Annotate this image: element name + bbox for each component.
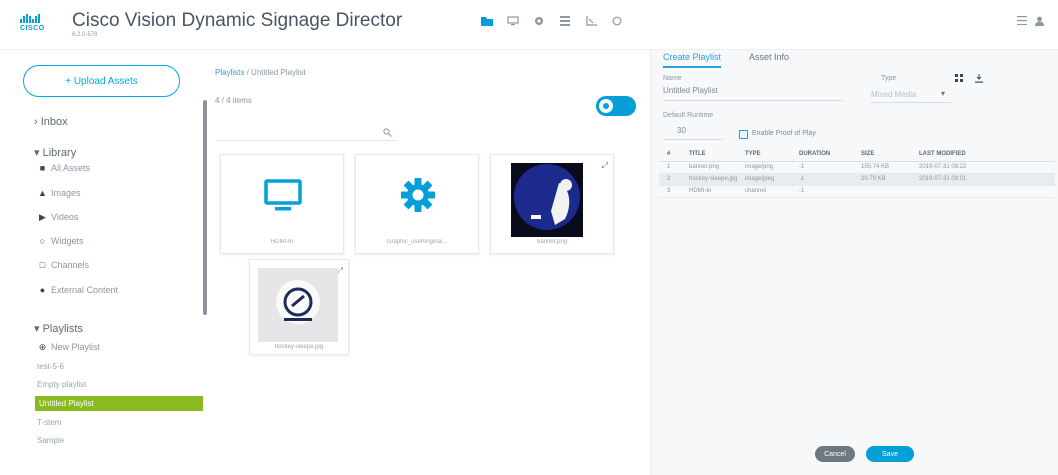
asset-caption: Graphic_user0riginal... xyxy=(386,239,448,245)
user-icon[interactable] xyxy=(1035,16,1044,28)
widget-icon: ○ xyxy=(39,236,46,246)
view-toggle[interactable] xyxy=(596,96,636,116)
table-row[interactable]: 3 HDMI-In channel -1 xyxy=(659,185,1055,198)
col-title[interactable]: TITLE xyxy=(689,147,745,162)
sidebar-item-channels[interactable]: □ Channels xyxy=(37,260,89,270)
type-select[interactable]: Mixed Media xyxy=(871,90,916,99)
asset-browser: Playlists / Untitled Playlist 4 / 4 item… xyxy=(211,50,641,475)
default-runtime-label: Default Runtime xyxy=(663,112,714,119)
asset-card[interactable]: ⤢ banner.png xyxy=(490,154,614,254)
asset-thumbnail xyxy=(258,268,338,342)
upload-assets-button[interactable]: + Upload Assets xyxy=(23,65,180,97)
plus-icon: ⊕ xyxy=(38,342,47,352)
asset-caption: banner.png xyxy=(536,239,568,245)
inbox-label: Inbox xyxy=(40,116,68,128)
external-icon: ● xyxy=(39,285,46,295)
asset-caption: hockey-sleepe.jpg xyxy=(274,344,324,350)
search-input[interactable] xyxy=(217,140,397,141)
folder-icon[interactable] xyxy=(478,14,496,28)
asset-caption: HDMI-In xyxy=(270,239,294,245)
sidebar-section-inbox[interactable]: › Inbox xyxy=(34,116,68,128)
app-header: CISCO Cisco Vision Dynamic Signage Direc… xyxy=(0,0,1058,50)
sidebar-item-playlist[interactable]: test-5-6 xyxy=(37,362,64,371)
image-icon: ▲ xyxy=(38,188,47,198)
playlist-panel: Create Playlist Asset Info Name Untitled… xyxy=(650,50,1058,475)
sidebar-section-library[interactable]: ▾ Library xyxy=(34,146,76,159)
col-size[interactable]: SIZE xyxy=(861,147,919,162)
grid-view-icon[interactable] xyxy=(955,74,963,85)
cisco-logo: CISCO xyxy=(20,14,45,32)
sidebar: + Upload Assets › Inbox ▾ Library ■ All A… xyxy=(10,50,208,475)
type-label: Type xyxy=(881,75,897,82)
app-title: Cisco Vision Dynamic Signage Director xyxy=(72,10,403,31)
name-field[interactable]: Untitled Playlist xyxy=(663,86,718,95)
breadcrumb-playlists-link[interactable]: Playlists xyxy=(215,68,244,77)
tab-asset-info[interactable]: Asset Info xyxy=(749,52,789,68)
list-icon[interactable] xyxy=(556,14,574,28)
col-duration[interactable]: DURATION xyxy=(799,147,861,162)
app-version: 6.2.0-578 xyxy=(72,32,98,38)
playlist-table: # TITLE TYPE DURATION SIZE LAST MODIFIED… xyxy=(659,147,1055,198)
table-header-row: # TITLE TYPE DURATION SIZE LAST MODIFIED xyxy=(659,147,1055,162)
library-label: Library xyxy=(42,147,77,159)
sidebar-item-playlist[interactable]: T-stem xyxy=(37,418,61,427)
breadcrumb: Playlists / Untitled Playlist xyxy=(215,68,306,77)
download-icon[interactable] xyxy=(975,74,983,85)
breadcrumb-current: Untitled Playlist xyxy=(251,68,306,77)
sidebar-item-playlist[interactable]: Empty playlist xyxy=(37,380,86,389)
asset-card[interactable]: HDMI-In xyxy=(220,154,344,254)
playlists-label: Playlists xyxy=(42,323,83,335)
proof-of-play-label: Enable Proof of Play xyxy=(752,130,816,137)
brand-text: CISCO xyxy=(20,25,45,32)
item-count: 4 / 4 items xyxy=(215,96,252,105)
gear-icon xyxy=(401,178,435,212)
document-icon: ■ xyxy=(39,163,46,173)
chevron-down-icon: ▾ xyxy=(34,147,43,159)
asset-thumbnail xyxy=(511,163,583,237)
circle-icon[interactable] xyxy=(608,14,626,28)
chevron-down-icon: ▾ xyxy=(34,323,43,335)
monitor-icon xyxy=(264,179,302,211)
table-row[interactable]: 1 banner.png image/png -1 150.74 KB 2019… xyxy=(659,161,1055,174)
sidebar-item-external-content[interactable]: ● External Content xyxy=(37,285,118,295)
sidebar-item-playlist[interactable]: Sample xyxy=(37,436,64,445)
chart-icon[interactable] xyxy=(582,14,600,28)
sidebar-item-all-assets[interactable]: ■ All Assets xyxy=(37,163,90,173)
sidebar-section-playlists[interactable]: ▾ Playlists xyxy=(34,322,83,335)
gear-icon[interactable] xyxy=(530,14,548,28)
col-index[interactable]: # xyxy=(659,147,689,162)
new-playlist-button[interactable]: ⊕ New Playlist xyxy=(37,342,100,353)
expand-icon[interactable]: ⤢ xyxy=(602,161,608,171)
table-row[interactable]: 2 hockey-sleepe.jpg image/jpeg -1 20.79 … xyxy=(659,173,1055,186)
col-last-modified[interactable]: LAST MODIFIED xyxy=(919,147,1055,162)
menu-icon[interactable] xyxy=(1017,16,1027,28)
name-label: Name xyxy=(663,75,682,82)
proof-of-play-checkbox[interactable] xyxy=(739,130,748,139)
asset-card[interactable]: ⤢ hockey-sleepe.jpg xyxy=(249,259,349,355)
asset-card[interactable]: Graphic_user0riginal... xyxy=(355,154,479,254)
sidebar-item-widgets[interactable]: ○ Widgets xyxy=(37,236,84,246)
video-icon: ▶ xyxy=(39,212,46,222)
monitor-icon[interactable] xyxy=(504,14,522,28)
sidebar-item-playlist-active[interactable]: Untitled Playlist xyxy=(35,396,203,411)
default-runtime-field[interactable]: 30 xyxy=(677,126,686,135)
tab-create-playlist[interactable]: Create Playlist xyxy=(663,52,722,68)
chevron-right-icon: › xyxy=(34,116,41,128)
cancel-button[interactable]: Cancel xyxy=(815,446,855,462)
channel-icon: □ xyxy=(39,260,46,270)
sidebar-scrollbar[interactable] xyxy=(203,100,207,315)
chevron-down-icon[interactable]: ▾ xyxy=(941,89,945,98)
search-icon[interactable] xyxy=(383,128,392,139)
sidebar-item-images[interactable]: ▲ Images xyxy=(37,188,80,198)
col-type[interactable]: TYPE xyxy=(745,147,799,162)
sidebar-item-videos[interactable]: ▶ Videos xyxy=(37,212,78,223)
save-button[interactable]: Save xyxy=(866,446,914,462)
